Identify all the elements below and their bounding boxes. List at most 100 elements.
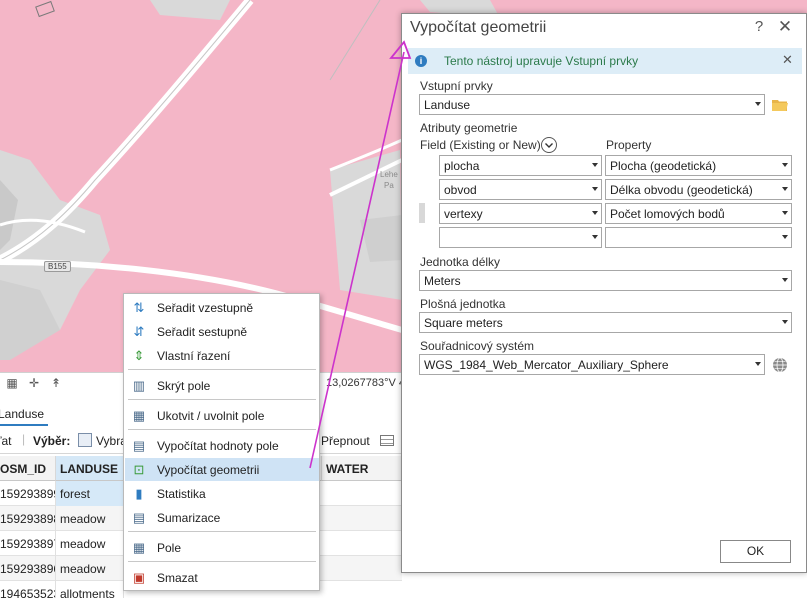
dropdown-value: vertexy	[444, 207, 483, 221]
chevron-down-icon	[592, 163, 598, 167]
field-dropdown-4[interactable]	[439, 227, 602, 248]
switch-selection-button[interactable]: Přepnout	[321, 434, 370, 448]
map-place-label: Lehe	[380, 170, 398, 179]
menu-item-calculate-field[interactable]: ▤ Vypočítat hodnoty pole	[125, 434, 319, 457]
length-unit-dropdown[interactable]: Meters	[419, 270, 792, 291]
north-arrow-icon[interactable]: ↟	[49, 376, 63, 390]
dropdown-value: plocha	[444, 159, 480, 173]
road-label: B155	[44, 261, 71, 272]
cell-osm-id: 159293896	[0, 556, 56, 581]
sort-ascending-icon: ⇅	[133, 300, 145, 315]
summarize-icon: ▤	[132, 510, 146, 525]
chevron-down-icon	[782, 163, 788, 167]
menu-item-calculate-geometry[interactable]: ⊡ Vypočítat geometrii	[125, 458, 319, 481]
cell-landuse[interactable]: forest	[56, 481, 124, 506]
menu-item-freeze-field[interactable]: ▦ Ukotvit / uvolnit pole	[125, 404, 319, 427]
menu-item-label: Smazat	[157, 571, 198, 585]
property-dropdown-2[interactable]: Délka obvodu (geodetická)	[605, 179, 792, 200]
dialog-title: Vypočítat geometrii	[410, 19, 547, 36]
field-dropdown-3[interactable]: vertexy	[439, 203, 602, 224]
menu-item-label: Vypočítat hodnoty pole	[157, 439, 279, 453]
input-features-dropdown[interactable]: Landuse	[419, 94, 765, 115]
dropdown-value: Square meters	[424, 316, 503, 330]
property-dropdown-1[interactable]: Plocha (geodetická)	[605, 155, 792, 176]
info-close-icon[interactable]: ✕	[782, 52, 793, 68]
property-dropdown-3[interactable]: Počet lomových bodů	[605, 203, 792, 224]
menu-separator	[128, 369, 316, 370]
folder-icon[interactable]	[772, 98, 788, 111]
dropdown-value: Počet lomových bodů	[610, 207, 725, 221]
tab-active-indicator	[0, 424, 48, 426]
dropdown-value: WGS_1984_Web_Mercator_Auxiliary_Sphere	[424, 358, 669, 372]
freeze-field-icon: ▦	[132, 408, 146, 423]
menu-item-custom-sort[interactable]: ⇕ Vlastní řazení	[125, 344, 319, 367]
geometry-attributes-label: Atributy geometrie	[420, 121, 518, 135]
area-unit-dropdown[interactable]: Square meters	[419, 312, 792, 333]
menu-item-label: Sumarizace	[157, 511, 221, 525]
column-header-landuse[interactable]: LANDUSE	[56, 456, 124, 481]
menu-item-label: Vypočítat geometrii	[157, 463, 260, 477]
help-button[interactable]: ?	[750, 18, 768, 35]
chevron-down-icon	[592, 235, 598, 239]
toolbar-divider: |	[22, 432, 26, 446]
hide-field-icon: ▥	[132, 378, 146, 393]
menu-item-fields[interactable]: ▦ Pole	[125, 536, 319, 559]
info-banner: i Tento nástroj upravuje Vstupní prvky ✕	[408, 48, 802, 74]
calculate-field-icon: ▤	[132, 438, 146, 453]
menu-item-label: Skrýt pole	[157, 379, 211, 393]
custom-sort-icon: ⇕	[133, 348, 145, 363]
field-column-header: Field (Existing or New)	[420, 138, 541, 152]
field-dropdown-2[interactable]: obvod	[439, 179, 602, 200]
dropdown-value: Meters	[424, 274, 461, 288]
length-unit-label: Jednotka délky	[420, 255, 501, 269]
grid-icon[interactable]: ▦	[5, 376, 19, 390]
dropdown-value: Plocha (geodetická)	[610, 159, 717, 173]
info-icon: i	[415, 55, 427, 67]
menu-item-statistics[interactable]: ▮ Statistika	[125, 482, 319, 505]
calculate-geometry-dialog: Vypočítat geometrii ? ✕ i Tento nástroj …	[401, 13, 807, 573]
dialog-close-button[interactable]: ✕	[776, 17, 794, 37]
column-header-water[interactable]: WATER	[322, 456, 402, 481]
ok-button[interactable]: OK	[720, 540, 791, 563]
area-unit-label: Plošná jednotka	[420, 297, 506, 311]
chevron-down-icon	[782, 211, 788, 215]
coordinate-system-label: Souřadnicový systém	[420, 339, 535, 353]
select-by-attributes-icon[interactable]	[78, 433, 92, 447]
chevron-down-icon	[755, 362, 761, 366]
column-header-osm-id[interactable]: OSM_ID	[0, 456, 56, 481]
cell-osm-id: 159293897	[0, 531, 56, 556]
cell-osm-id: 159293899	[0, 481, 56, 506]
input-features-label: Vstupní prvky	[420, 79, 493, 93]
menu-item-hide-field[interactable]: ▥ Skrýt pole	[125, 374, 319, 397]
field-context-menu: ⇅ Seřadit vzestupně ⇵ Seřadit sestupně ⇕…	[123, 293, 320, 591]
row-drag-handle[interactable]	[419, 203, 425, 223]
crosshair-icon[interactable]: ✛	[27, 376, 41, 390]
chevron-down-icon	[782, 320, 788, 324]
expand-chevron-icon[interactable]	[541, 137, 557, 153]
coordinate-system-dropdown[interactable]: WGS_1984_Web_Mercator_Auxiliary_Sphere	[419, 354, 765, 375]
menu-item-label: Statistika	[157, 487, 206, 501]
dropdown-value: obvod	[444, 183, 477, 197]
menu-item-summarize[interactable]: ▤ Sumarizace	[125, 506, 319, 529]
property-column-header: Property	[606, 138, 652, 152]
cell-osm-id: 194653523	[0, 581, 56, 598]
menu-item-label: Seřadit vzestupně	[157, 301, 254, 315]
table-options-icon[interactable]	[380, 435, 394, 446]
cell-landuse[interactable]: meadow	[56, 556, 124, 581]
menu-item-delete[interactable]: ▣ Smazat	[125, 566, 319, 589]
menu-item-sort-descending[interactable]: ⇵ Seřadit sestupně	[125, 320, 319, 343]
toolbar-partial-label[interactable]: ľat	[0, 434, 12, 448]
cell-landuse[interactable]: meadow	[56, 531, 124, 556]
menu-item-label: Pole	[157, 541, 182, 555]
property-dropdown-4[interactable]	[605, 227, 792, 248]
chevron-down-icon	[782, 278, 788, 282]
cell-osm-id: 159293898	[0, 506, 56, 531]
delete-icon: ▣	[132, 570, 146, 585]
chevron-down-icon	[782, 235, 788, 239]
field-dropdown-1[interactable]: plocha	[439, 155, 602, 176]
menu-item-sort-ascending[interactable]: ⇅ Seřadit vzestupně	[125, 296, 319, 319]
table-tab-label: Landuse	[0, 407, 45, 421]
globe-icon[interactable]	[772, 357, 788, 373]
cell-landuse[interactable]: allotments	[56, 581, 124, 598]
cell-landuse[interactable]: meadow	[56, 506, 124, 531]
